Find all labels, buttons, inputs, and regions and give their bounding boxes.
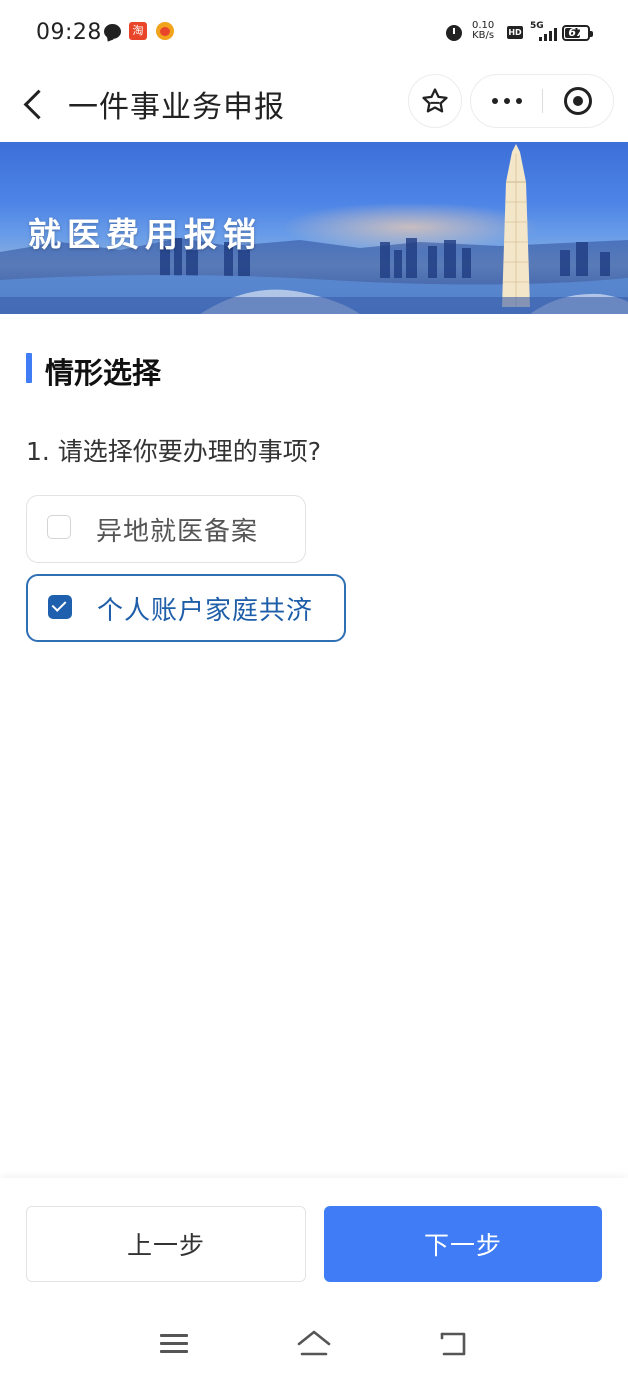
close-target-icon bbox=[564, 87, 592, 115]
signal-5g-label: 5G bbox=[530, 21, 544, 31]
option-family-account-sharing[interactable]: 个人账户家庭共济 bbox=[26, 574, 346, 642]
chat-notification-icon bbox=[104, 24, 121, 39]
favorite-button[interactable] bbox=[408, 74, 462, 128]
page-title: 一件事业务申报 bbox=[68, 90, 285, 125]
navigation-bar: 一件事业务申报 bbox=[0, 66, 628, 142]
back-button[interactable] bbox=[22, 84, 46, 120]
option-label: 个人账户家庭共济 bbox=[97, 596, 314, 626]
battery-level: 67 bbox=[568, 26, 584, 39]
checkbox-checked-icon[interactable] bbox=[48, 595, 72, 619]
back-icon[interactable] bbox=[438, 1330, 470, 1358]
section-accent-bar bbox=[26, 353, 32, 383]
system-navigation-bar bbox=[0, 1320, 628, 1370]
next-step-button[interactable]: 下一步 bbox=[324, 1206, 602, 1282]
previous-step-button[interactable]: 上一步 bbox=[26, 1206, 306, 1282]
menu-icon[interactable] bbox=[160, 1332, 188, 1356]
game-app-icon bbox=[156, 22, 174, 40]
star-icon bbox=[422, 88, 448, 113]
banner-title: 就医费用报销 bbox=[28, 215, 262, 254]
more-dots-icon bbox=[492, 98, 498, 104]
status-bar: 09:28 淘 0.10 KB/s HD 5G 67 bbox=[0, 0, 628, 66]
signal-icon: 5G bbox=[530, 21, 557, 41]
mini-program-capsule bbox=[470, 74, 614, 128]
home-icon[interactable] bbox=[296, 1328, 332, 1358]
option-label: 异地就医备案 bbox=[96, 517, 259, 547]
checkbox-unchecked-icon[interactable] bbox=[47, 515, 71, 539]
network-speed-unit: KB/s bbox=[472, 30, 495, 41]
section-title: 情形选择 bbox=[45, 356, 162, 390]
question-text: 1. 请选择你要办理的事项? bbox=[26, 437, 322, 466]
network-speed: 0.10 KB/s bbox=[472, 21, 494, 41]
status-time: 09:28 bbox=[36, 20, 102, 45]
hd-icon: HD bbox=[507, 26, 523, 39]
taobao-app-icon: 淘 bbox=[129, 22, 147, 40]
option-remote-medical-filing[interactable]: 异地就医备案 bbox=[26, 495, 306, 563]
battery-icon: 67 bbox=[562, 25, 593, 41]
close-mini-program-button[interactable] bbox=[543, 75, 613, 127]
banner: 就医费用报销 bbox=[0, 142, 628, 314]
more-button[interactable] bbox=[471, 75, 543, 127]
alarm-icon bbox=[446, 25, 462, 41]
